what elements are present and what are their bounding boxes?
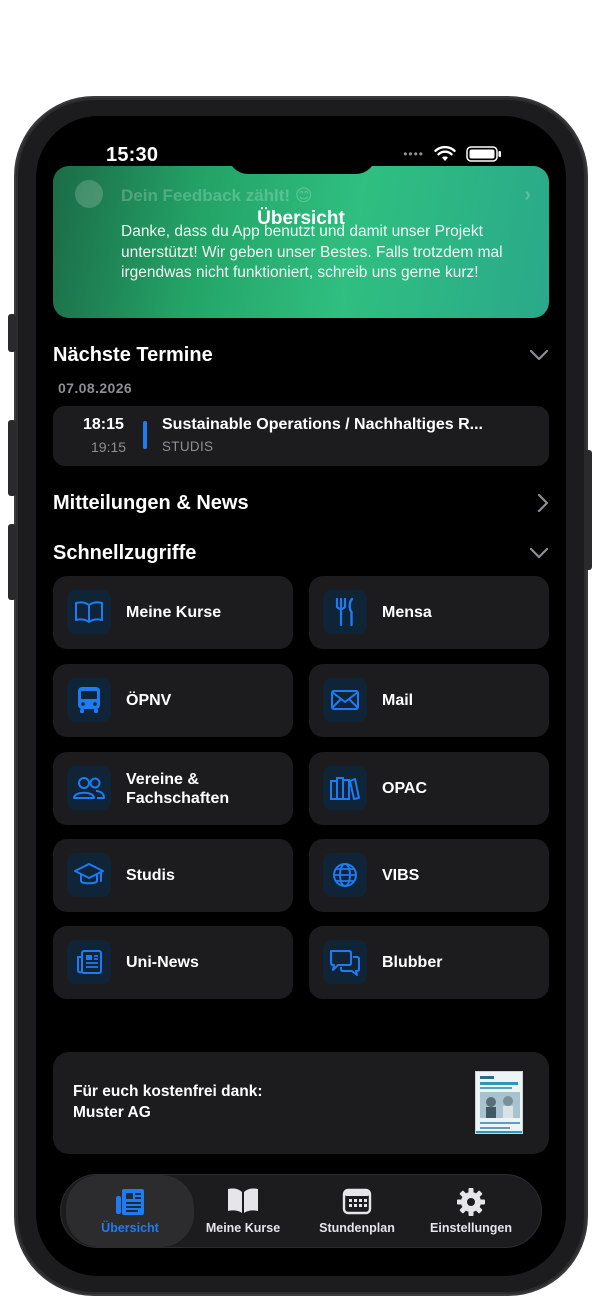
tile-label: Mensa — [382, 604, 432, 621]
newspaper-icon — [66, 1187, 194, 1217]
tile-label: Blubber — [382, 954, 443, 971]
quick-access-opac[interactable]: OPAC — [309, 752, 549, 825]
newspaper-icon — [67, 940, 111, 984]
news-title: Mitteilungen & News — [53, 491, 249, 514]
signal-dots-icon: •••• — [403, 147, 424, 161]
quick-access-uni-news[interactable]: Uni-News — [53, 926, 293, 999]
volume-up-button — [8, 420, 16, 496]
tab-label: Übersicht — [101, 1221, 159, 1235]
info-icon — [75, 180, 103, 208]
feedback-banner[interactable]: Dein Feedback zählt! 😊 › Übersicht Danke… — [53, 166, 549, 318]
quick-access-vereine[interactable]: Vereine & Fachschaften — [53, 752, 293, 825]
tile-label: ÖPNV — [126, 692, 172, 709]
tile-label: Mail — [382, 692, 414, 709]
tab-stundenplan[interactable]: Stundenplan — [297, 1175, 417, 1247]
quick-access-oepnv[interactable]: ÖPNV — [53, 664, 293, 737]
status-bar: 15:30 •••• — [36, 140, 566, 170]
envelope-icon — [323, 678, 367, 722]
event-color-bar — [143, 421, 147, 449]
tile-label: Studis — [126, 867, 175, 884]
quick-access-title: Schnellzugriffe — [53, 541, 197, 564]
sponsor-line1: Für euch kostenfrei dank: — [73, 1083, 263, 1100]
tab-meine-kurse[interactable]: Meine Kurse — [183, 1175, 303, 1247]
status-time: 15:30 — [106, 144, 159, 166]
event-source: STUDIS — [162, 439, 214, 454]
appointments-date: 07.08.2026 — [58, 380, 133, 396]
books-icon — [323, 766, 367, 810]
tab-uebersicht[interactable]: Übersicht — [66, 1175, 194, 1247]
status-icons: •••• — [403, 146, 502, 162]
quick-access-header[interactable]: Schnellzugriffe — [53, 538, 549, 568]
tile-label: Uni-News — [126, 954, 199, 971]
people-icon — [67, 766, 111, 810]
sponsor-image — [475, 1071, 523, 1134]
quick-access-studis[interactable]: Studis — [53, 839, 293, 912]
graduation-cap-icon — [67, 853, 111, 897]
tab-label: Meine Kurse — [205, 1221, 281, 1235]
fork-knife-icon — [323, 590, 367, 634]
bus-icon — [67, 678, 111, 722]
tab-bar: Übersicht Meine Kurse Stundenplan Einste… — [60, 1174, 542, 1248]
chevron-right-icon[interactable] — [537, 493, 549, 513]
sponsor-card[interactable]: Für euch kostenfrei dank: Muster AG — [53, 1052, 549, 1154]
wifi-icon — [434, 146, 456, 161]
event-name: Sustainable Operations / Nachhaltiges R.… — [162, 416, 483, 433]
sponsor-name: Muster AG — [73, 1104, 151, 1121]
calendar-icon — [297, 1187, 417, 1217]
appointments-header[interactable]: Nächste Termine — [53, 340, 549, 370]
appointments-title: Nächste Termine — [53, 343, 213, 366]
tile-label: Vereine & Fachschaften — [126, 770, 230, 807]
gear-icon — [411, 1187, 531, 1217]
tile-label: OPAC — [382, 780, 428, 797]
chevron-down-icon[interactable] — [529, 349, 549, 361]
news-header[interactable]: Mitteilungen & News — [53, 488, 549, 518]
quick-access-meine-kurse[interactable]: Meine Kurse — [53, 576, 293, 649]
quick-access-blubber[interactable]: Blubber — [309, 926, 549, 999]
quick-access-vibs[interactable]: VIBS — [309, 839, 549, 912]
power-button — [584, 450, 592, 570]
chevron-right-icon: › — [524, 184, 531, 206]
tab-einstellungen[interactable]: Einstellungen — [411, 1175, 531, 1247]
quick-access-mail[interactable]: Mail — [309, 664, 549, 737]
tile-label: Meine Kurse — [126, 604, 222, 621]
event-card[interactable]: 18:15 19:15 Sustainable Operations / Nac… — [53, 406, 549, 466]
banner-ghost-title: Dein Feedback zählt! 😊 — [121, 186, 313, 205]
chevron-down-icon[interactable] — [529, 547, 549, 559]
app-screen: 15:30 •••• Dein Feedback zählt! 😊 › Über… — [36, 116, 566, 1276]
tile-label: VIBS — [382, 867, 420, 884]
battery-icon — [466, 146, 501, 162]
tab-label: Stundenplan — [319, 1221, 395, 1235]
book-icon — [183, 1187, 303, 1217]
chat-bubbles-icon — [323, 940, 367, 984]
quick-access-mensa[interactable]: Mensa — [309, 576, 549, 649]
action-button — [8, 314, 16, 352]
banner-text: Danke, dass du A⁠pp benutzt und damit un… — [121, 223, 503, 281]
volume-down-button — [8, 524, 16, 600]
globe-icon — [323, 853, 367, 897]
event-start-time: 18:15 — [83, 416, 124, 433]
book-icon — [67, 590, 111, 634]
tab-label: Einstellungen — [430, 1221, 512, 1235]
event-end-time: 19:15 — [91, 439, 127, 455]
